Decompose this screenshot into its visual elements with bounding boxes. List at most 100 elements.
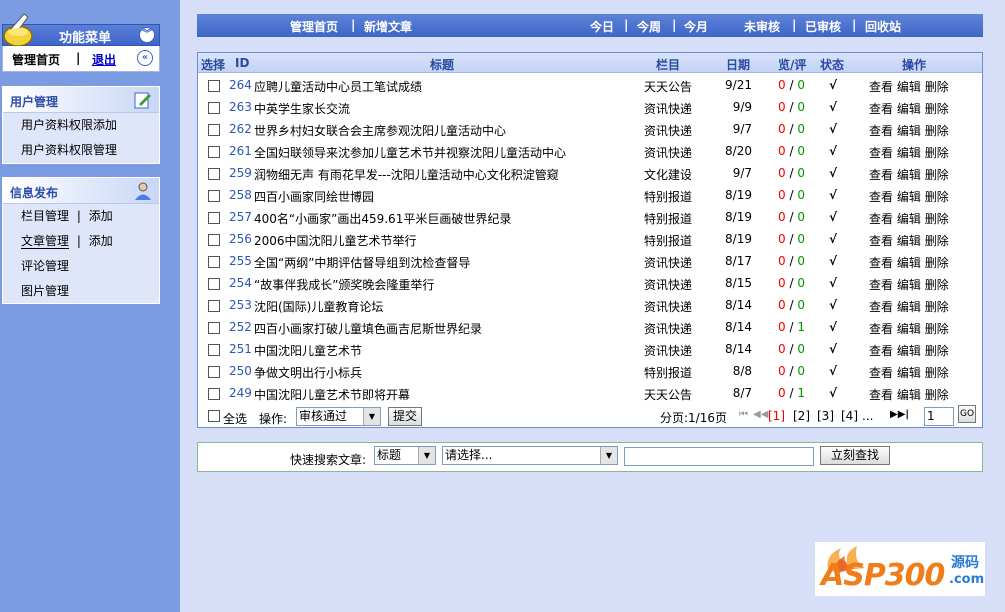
row-title-link[interactable]: 润物细无声 有雨花早发---沈阳儿童活动中心文化积淀管窥 xyxy=(254,166,559,183)
prev-page-icon[interactable]: ◀◀ xyxy=(753,409,768,420)
edit-link[interactable]: 编辑 xyxy=(897,102,921,116)
edit-link[interactable]: 编辑 xyxy=(897,344,921,358)
delete-link[interactable]: 删除 xyxy=(925,256,949,270)
row-title-link[interactable]: 中英学生家长交流 xyxy=(254,100,350,117)
view-link[interactable]: 查看 xyxy=(869,124,893,138)
page-link-2[interactable]: [2] xyxy=(793,409,810,423)
column-add-link[interactable]: 添加 xyxy=(89,209,113,223)
delete-link[interactable]: 删除 xyxy=(925,300,949,314)
view-link[interactable]: 查看 xyxy=(869,388,893,402)
row-checkbox[interactable] xyxy=(208,388,220,400)
view-link[interactable]: 查看 xyxy=(869,234,893,248)
group-header-publish[interactable]: 信息发布 xyxy=(3,178,159,204)
row-checkbox[interactable] xyxy=(208,80,220,92)
row-checkbox[interactable] xyxy=(208,190,220,202)
article-manage-link[interactable]: 文章管理 xyxy=(21,234,70,249)
chevrons-down-icon[interactable]: ︾ xyxy=(139,27,155,43)
row-checkbox[interactable] xyxy=(208,256,220,268)
edit-link[interactable]: 编辑 xyxy=(897,278,921,292)
first-page-icon[interactable]: ⏮ xyxy=(739,409,748,420)
delete-link[interactable]: 删除 xyxy=(925,234,949,248)
sidebar-item-comment[interactable]: 评论管理 xyxy=(3,254,159,279)
row-checkbox[interactable] xyxy=(208,168,220,180)
row-checkbox[interactable] xyxy=(208,300,220,312)
select-all-checkbox[interactable] xyxy=(208,410,220,422)
edit-link[interactable]: 编辑 xyxy=(897,168,921,182)
row-checkbox[interactable] xyxy=(208,366,220,378)
row-title-link[interactable]: 全国“两纲”中期评估督导组到沈检查督导 xyxy=(254,254,470,271)
view-link[interactable]: 查看 xyxy=(869,344,893,358)
edit-link[interactable]: 编辑 xyxy=(897,300,921,314)
row-title-link[interactable]: 争做文明出行小标兵 xyxy=(254,364,362,381)
edit-link[interactable]: 编辑 xyxy=(897,234,921,248)
search-category-select[interactable]: 请选择... ▼ xyxy=(442,446,618,465)
row-title-link[interactable]: 世界乡村妇女联合会主席参观沈阳儿童活动中心 xyxy=(254,122,506,139)
edit-link[interactable]: 编辑 xyxy=(897,366,921,380)
row-checkbox[interactable] xyxy=(208,344,220,356)
delete-link[interactable]: 删除 xyxy=(925,80,949,94)
view-link[interactable]: 查看 xyxy=(869,278,893,292)
page-link-3[interactable]: [3] xyxy=(817,409,834,423)
delete-link[interactable]: 删除 xyxy=(925,102,949,116)
delete-link[interactable]: 删除 xyxy=(925,388,949,402)
row-title-link[interactable]: 沈阳(国际)儿童教育论坛 xyxy=(254,298,383,315)
page-link-4[interactable]: [4] xyxy=(841,409,858,423)
row-checkbox[interactable] xyxy=(208,102,220,114)
row-checkbox[interactable] xyxy=(208,278,220,290)
edit-link[interactable]: 编辑 xyxy=(897,124,921,138)
nav-unreviewed[interactable]: 未审核 xyxy=(744,18,780,35)
edit-link[interactable]: 编辑 xyxy=(897,322,921,336)
row-title-link[interactable]: 四百小画家同绘世博园 xyxy=(254,188,374,205)
page-number-input[interactable]: 1 xyxy=(924,407,954,426)
row-title-link[interactable]: 应聘儿童活动中心员工笔试成绩 xyxy=(254,78,422,95)
group-header-user[interactable]: 用户管理 xyxy=(3,87,159,113)
view-link[interactable]: 查看 xyxy=(869,190,893,204)
sidebar-item-user-manage[interactable]: 用户资料权限管理 xyxy=(3,138,159,163)
article-add-link[interactable]: 添加 xyxy=(89,234,113,248)
nav-new-article[interactable]: 新增文章 xyxy=(364,18,412,35)
delete-link[interactable]: 删除 xyxy=(925,366,949,380)
nav-week[interactable]: 今周 xyxy=(637,18,661,35)
view-link[interactable]: 查看 xyxy=(869,300,893,314)
row-title-link[interactable]: 四百小画家打破儿童填色画吉尼斯世界纪录 xyxy=(254,320,482,337)
sidebar-item-user-add[interactable]: 用户资料权限添加 xyxy=(3,113,159,138)
delete-link[interactable]: 删除 xyxy=(925,212,949,226)
view-link[interactable]: 查看 xyxy=(869,168,893,182)
nav-home[interactable]: 管理首页 xyxy=(290,18,338,35)
delete-link[interactable]: 删除 xyxy=(925,168,949,182)
row-title-link[interactable]: 中国沈阳儿童艺术节 xyxy=(254,342,362,359)
row-checkbox[interactable] xyxy=(208,146,220,158)
delete-link[interactable]: 删除 xyxy=(925,278,949,292)
row-title-link[interactable]: 2006中国沈阳儿童艺术节举行 xyxy=(254,232,417,249)
search-button[interactable]: 立刻查找 xyxy=(820,446,890,465)
next-page-icon[interactable]: ▶▶| xyxy=(890,409,909,420)
view-link[interactable]: 查看 xyxy=(869,146,893,160)
edit-link[interactable]: 编辑 xyxy=(897,190,921,204)
delete-link[interactable]: 删除 xyxy=(925,344,949,358)
view-link[interactable]: 查看 xyxy=(869,80,893,94)
edit-link[interactable]: 编辑 xyxy=(897,146,921,160)
view-link[interactable]: 查看 xyxy=(869,256,893,270)
sidebar-item-image[interactable]: 图片管理 xyxy=(3,279,159,304)
row-title-link[interactable]: 全国妇联领导来沈参加儿童艺术节并视察沈阳儿童活动中心 xyxy=(254,144,566,161)
row-checkbox[interactable] xyxy=(208,124,220,136)
edit-link[interactable]: 编辑 xyxy=(897,256,921,270)
delete-link[interactable]: 删除 xyxy=(925,322,949,336)
column-manage-link[interactable]: 栏目管理 xyxy=(21,209,69,223)
submit-button[interactable]: 提交 xyxy=(388,407,422,426)
row-title-link[interactable]: 中国沈阳儿童艺术节即将开幕 xyxy=(254,386,410,403)
page-link-1[interactable]: [1] xyxy=(768,409,785,423)
edit-link[interactable]: 编辑 xyxy=(897,388,921,402)
edit-link[interactable]: 编辑 xyxy=(897,80,921,94)
logout-link[interactable]: 退出 xyxy=(92,51,116,68)
row-checkbox[interactable] xyxy=(208,212,220,224)
sidebar-home-link[interactable]: 管理首页 xyxy=(12,51,60,68)
row-title-link[interactable]: 400名“小画家”画出459.61平米巨画破世界纪录 xyxy=(254,210,511,227)
search-field-select[interactable]: 标题 ▼ xyxy=(374,446,436,465)
view-link[interactable]: 查看 xyxy=(869,322,893,336)
row-title-link[interactable]: “故事伴我成长”颁奖晚会隆重举行 xyxy=(254,276,434,293)
go-button[interactable]: GO xyxy=(958,405,976,423)
row-checkbox[interactable] xyxy=(208,234,220,246)
nav-month[interactable]: 今月 xyxy=(684,18,708,35)
op-select[interactable]: 审核通过 ▼ xyxy=(296,407,381,426)
